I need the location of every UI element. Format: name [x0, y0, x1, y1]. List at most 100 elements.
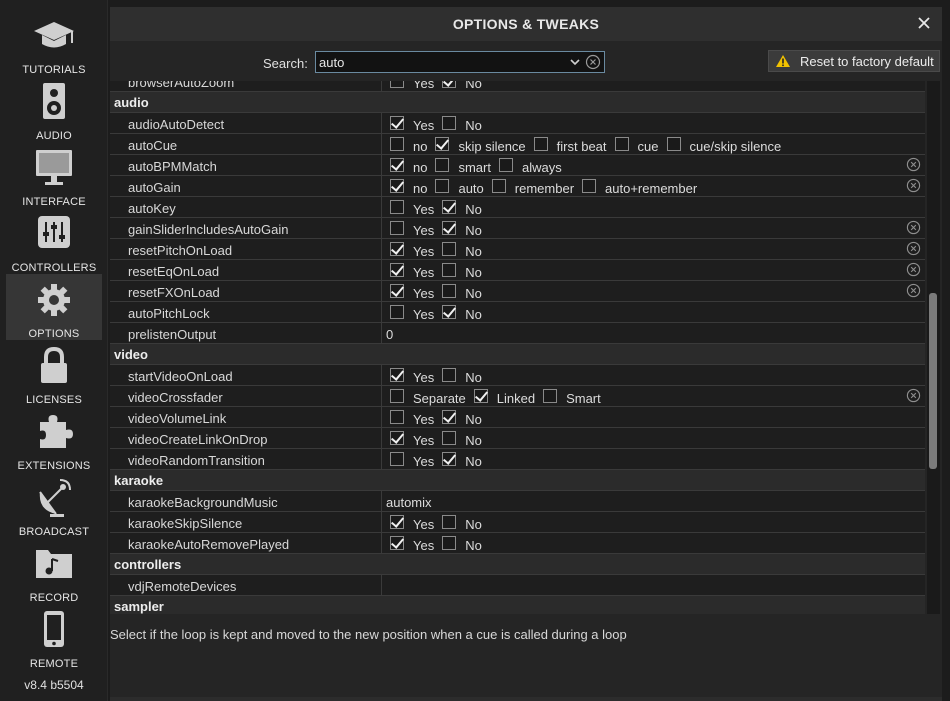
checkbox-unchecked[interactable]	[442, 242, 457, 256]
checkbox-unchecked[interactable]	[614, 137, 629, 151]
setting-row[interactable]: karaokeBackgroundMusic automix	[110, 491, 925, 512]
setting-row[interactable]: videoCreateLinkOnDrop Yes No	[110, 428, 925, 449]
option-toggle[interactable]: Yes	[390, 241, 434, 259]
checkbox-checked[interactable]	[390, 263, 404, 277]
checkbox-checked[interactable]	[390, 368, 404, 382]
setting-row[interactable]: videoVolumeLink Yes No	[110, 407, 925, 428]
option-toggle[interactable]: always	[498, 157, 562, 175]
option-toggle[interactable]: auto	[435, 178, 484, 196]
checkbox-checked[interactable]	[442, 452, 457, 466]
option-toggle[interactable]: smart	[435, 157, 491, 175]
checkbox-checked[interactable]	[390, 515, 404, 529]
setting-row[interactable]: gainSliderIncludesAutoGain Yes No	[110, 218, 925, 239]
option-toggle[interactable]: No	[442, 262, 482, 280]
checkbox-checked[interactable]	[442, 81, 457, 88]
close-button[interactable]	[914, 13, 934, 33]
checkbox-unchecked[interactable]	[442, 116, 457, 130]
option-toggle[interactable]: No	[442, 304, 482, 322]
option-toggle[interactable]: Yes	[390, 262, 434, 280]
option-toggle[interactable]: cue	[614, 136, 659, 154]
option-toggle[interactable]: Yes	[390, 430, 434, 448]
setting-row[interactable]: startVideoOnLoad Yes No	[110, 365, 925, 386]
checkbox-unchecked[interactable]	[390, 452, 404, 466]
scrollbar-thumb[interactable]	[929, 293, 937, 469]
option-toggle[interactable]: Yes	[390, 199, 434, 217]
option-toggle[interactable]: No	[442, 451, 482, 469]
sidebar-item-broadcast[interactable]: BROADCAST	[6, 472, 102, 538]
option-toggle[interactable]: auto+remember	[582, 178, 697, 196]
checkbox-checked[interactable]	[390, 158, 404, 172]
checkbox-unchecked[interactable]	[390, 389, 404, 403]
setting-row[interactable]: autoGain no auto remember auto+remember	[110, 176, 925, 197]
checkbox-unchecked[interactable]	[543, 389, 558, 403]
checkbox-checked[interactable]	[390, 116, 404, 130]
search-dropdown-button[interactable]	[569, 55, 581, 69]
setting-row[interactable]: autoPitchLock Yes No	[110, 302, 925, 323]
option-toggle[interactable]: Yes	[390, 81, 434, 91]
setting-row[interactable]: videoCrossfader Separate Linked Smart	[110, 386, 925, 407]
option-toggle[interactable]: cue/skip silence	[666, 136, 781, 154]
checkbox-unchecked[interactable]	[491, 179, 506, 193]
option-toggle[interactable]: no	[390, 136, 427, 154]
sidebar-item-record[interactable]: RECORD	[6, 538, 102, 604]
search-input[interactable]	[319, 54, 559, 70]
checkbox-unchecked[interactable]	[390, 81, 404, 88]
checkbox-checked[interactable]	[473, 389, 488, 403]
checkbox-checked[interactable]	[442, 221, 457, 235]
option-toggle[interactable]: Yes	[390, 451, 434, 469]
option-toggle[interactable]: Yes	[390, 514, 434, 532]
checkbox-unchecked[interactable]	[533, 137, 548, 151]
checkbox-checked[interactable]	[442, 200, 457, 214]
sidebar-item-licenses[interactable]: LICENSES	[6, 340, 102, 406]
checkbox-checked[interactable]	[442, 410, 457, 424]
setting-row[interactable]: resetFXOnLoad Yes No	[110, 281, 925, 302]
option-toggle[interactable]: Linked	[473, 388, 535, 406]
setting-row[interactable]: browserAutoZoom Yes No	[110, 81, 925, 92]
option-toggle[interactable]: Yes	[390, 283, 434, 301]
option-toggle[interactable]: No	[442, 535, 482, 553]
reset-setting-button[interactable]	[906, 283, 921, 298]
checkbox-unchecked[interactable]	[666, 137, 681, 151]
checkbox-checked[interactable]	[390, 431, 404, 445]
search-clear-button[interactable]	[585, 54, 601, 70]
checkbox-checked[interactable]	[390, 536, 404, 550]
option-toggle[interactable]: first beat	[533, 136, 607, 154]
setting-row[interactable]: videoRandomTransition Yes No	[110, 449, 925, 470]
setting-row[interactable]: vdjRemoteDevices	[110, 575, 925, 596]
setting-row[interactable]: autoBPMMatch no smart always	[110, 155, 925, 176]
option-toggle[interactable]: No	[442, 514, 482, 532]
option-toggle[interactable]: No	[442, 81, 482, 91]
checkbox-unchecked[interactable]	[390, 410, 404, 424]
checkbox-unchecked[interactable]	[390, 137, 404, 151]
sidebar-item-interface[interactable]: INTERFACE	[6, 142, 102, 208]
checkbox-unchecked[interactable]	[442, 368, 457, 382]
setting-value[interactable]: automix	[386, 495, 432, 510]
checkbox-checked[interactable]	[435, 137, 450, 151]
sidebar-item-tutorials[interactable]: TUTORIALS	[6, 10, 102, 76]
sidebar-item-extensions[interactable]: EXTENSIONS	[6, 406, 102, 472]
checkbox-checked[interactable]	[390, 179, 404, 193]
reset-setting-button[interactable]	[906, 241, 921, 256]
option-toggle[interactable]: Yes	[390, 535, 434, 553]
reset-setting-button[interactable]	[906, 262, 921, 277]
reset-factory-default-button[interactable]: Reset to factory default	[768, 50, 940, 72]
setting-row[interactable]: resetPitchOnLoad Yes No	[110, 239, 925, 260]
reset-setting-button[interactable]	[906, 157, 921, 172]
option-toggle[interactable]: Yes	[390, 409, 434, 427]
sidebar-item-controllers[interactable]: CONTROLLERS	[6, 208, 102, 274]
reset-setting-button[interactable]	[906, 220, 921, 235]
reset-setting-button[interactable]	[906, 388, 921, 403]
checkbox-checked[interactable]	[442, 305, 457, 319]
setting-row[interactable]: autoCue no skip silence first beat cue cue/sk…	[110, 134, 925, 155]
checkbox-unchecked[interactable]	[442, 515, 457, 529]
setting-value[interactable]: 0	[386, 327, 393, 342]
checkbox-checked[interactable]	[390, 284, 404, 298]
option-toggle[interactable]: No	[442, 367, 482, 385]
option-toggle[interactable]: Yes	[390, 115, 434, 133]
checkbox-unchecked[interactable]	[442, 431, 457, 445]
option-toggle[interactable]: No	[442, 115, 482, 133]
option-toggle[interactable]: Yes	[390, 220, 434, 238]
checkbox-unchecked[interactable]	[390, 221, 404, 235]
reset-setting-button[interactable]	[906, 178, 921, 193]
option-toggle[interactable]: No	[442, 199, 482, 217]
